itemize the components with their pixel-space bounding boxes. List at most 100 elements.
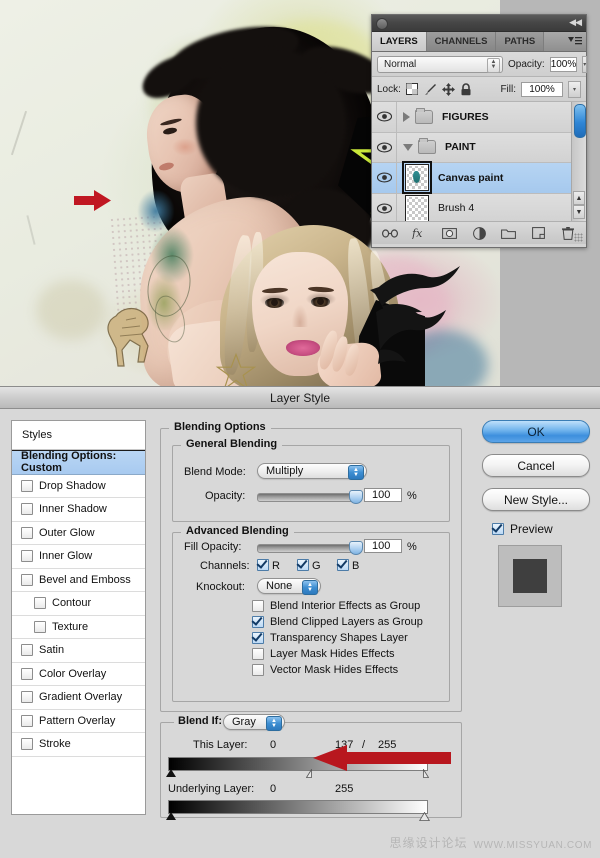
style-checkbox-pattern-overlay[interactable] [21,714,33,727]
checkbox-row-vector-mask-hides-effects[interactable]: Vector Mask Hides Effects [252,664,442,676]
cancel-button[interactable]: Cancel [482,454,590,477]
style-item-inner-glow[interactable]: Inner Glow [12,545,145,569]
style-item-bevel-and-emboss[interactable]: Bevel and Emboss [12,568,145,592]
checkbox-row-layer-mask-hides-effects[interactable]: Layer Mask Hides Effects [252,648,442,660]
brush-lock-icon[interactable] [424,83,437,96]
checkbox-vector-mask-hides-effects[interactable] [252,664,264,676]
style-checkbox-inner-glow[interactable] [21,550,33,563]
blend-mode-row[interactable]: Normal ▲ ▼ Opacity: 100% ▾ [372,52,588,77]
layers-panel-tabs[interactable]: LAYERS CHANNELS PATHS [372,32,586,52]
style-checkbox-bevel-and-emboss[interactable] [21,573,33,586]
style-item-stroke[interactable]: Stroke [12,733,145,757]
scroll-down-icon[interactable]: ▼ [573,205,585,219]
style-checkbox-contour[interactable] [34,597,46,610]
style-item-contour[interactable]: Contour [12,592,145,616]
tab-channels[interactable]: CHANNELS [426,32,497,51]
layer-style-dialog[interactable]: Layer Style Styles Blending Options: Cus… [0,386,600,858]
new-layer-icon[interactable] [524,222,554,244]
channel-checkbox-g[interactable] [297,559,309,571]
tab-layers[interactable]: LAYERS [372,32,427,51]
transparency-lock-icon[interactable] [406,83,419,96]
style-item-drop-shadow[interactable]: Drop Shadow [12,474,145,498]
layer-row-figures[interactable]: FIGURES [372,102,586,133]
opacity-slider-track[interactable] [257,493,359,502]
fill-opacity-input[interactable]: 100 [364,539,402,553]
panel-resize-grip[interactable] [574,233,583,242]
move-lock-icon[interactable] [441,82,455,96]
visibility-toggle-paint[interactable] [372,132,397,162]
style-checkbox-inner-shadow[interactable] [21,503,33,516]
visibility-toggle-figures[interactable] [372,102,397,132]
underlying-layer-black-stop[interactable] [166,812,176,820]
style-item-gradient-overlay[interactable]: Gradient Overlay [12,686,145,710]
add-mask-icon[interactable] [434,222,464,244]
checkbox-blend-clipped-layers[interactable] [252,616,264,628]
style-checkbox-satin[interactable] [21,644,33,657]
blend-if-channel-select[interactable]: Gray ▲ ▼ [223,714,285,731]
scroll-up-icon[interactable]: ▲ [573,191,585,205]
layer-thumbnail-brush-4[interactable] [405,194,429,221]
style-item-pattern-overlay[interactable]: Pattern Overlay [12,709,145,733]
channel-checkbox-r[interactable] [257,559,269,571]
new-style-button[interactable]: New Style... [482,488,590,511]
style-checkbox-texture[interactable] [34,620,46,633]
group-collapse-arrow-paint[interactable] [403,143,413,151]
opacity-input[interactable]: 100 [364,488,402,502]
opacity-value[interactable]: 100% [549,56,578,72]
style-checkbox-drop-shadow[interactable] [21,479,33,492]
fx-icon[interactable]: fx [405,222,435,244]
checkbox-row-transparency-shapes-layer[interactable]: Transparency Shapes Layer [252,632,442,644]
checkbox-transparency-shapes-layer[interactable] [252,632,264,644]
checkbox-blend-interior-effects[interactable] [252,600,264,612]
styles-list[interactable]: Styles Blending Options: Custom Drop Sha… [11,420,146,815]
scrollbar-thumb[interactable] [574,104,586,138]
style-item-blending-options[interactable]: Blending Options: Custom [12,450,145,475]
fill-value[interactable]: 100% [521,81,563,97]
new-group-icon[interactable] [494,222,524,244]
layers-scrollbar[interactable]: ▲ ▼ [571,102,586,221]
underlying-layer-gradient-bar[interactable] [168,800,428,814]
collapse-panel-icon[interactable]: ◀◀ [569,17,582,28]
style-item-color-overlay[interactable]: Color Overlay [12,662,145,686]
knockout-select[interactable]: None ▲ ▼ [257,578,321,595]
layer-row-canvas-paint[interactable]: Canvas paint [372,161,586,195]
style-item-outer-glow[interactable]: Outer Glow [12,521,145,545]
fill-opacity-slider-knob[interactable] [349,541,363,555]
chevron-updown-icon[interactable]: ▲ ▼ [487,57,500,73]
checkbox-row-blend-clipped-layers[interactable]: Blend Clipped Layers as Group [252,616,442,628]
opacity-stepper[interactable]: ▾ [582,55,588,73]
layers-panel[interactable]: ◀◀ LAYERS CHANNELS PATHS Normal ▲ ▼ Opaci… [371,14,588,248]
visibility-toggle-canvas-paint[interactable] [372,163,397,193]
this-layer-black-stop[interactable] [166,769,176,777]
layer-blend-mode-select[interactable]: Normal ▲ ▼ [377,55,503,73]
layer-row-paint[interactable]: PAINT [372,132,586,163]
checkbox-row-blend-interior-effects[interactable]: Blend Interior Effects as Group [252,600,442,612]
style-item-inner-shadow[interactable]: Inner Shadow [12,498,145,522]
style-item-satin[interactable]: Satin [12,639,145,663]
underlying-layer-white-stop[interactable] [418,811,431,821]
styles-list-header[interactable]: Styles [12,421,145,450]
scrollbar-arrows[interactable]: ▲ ▼ [573,191,585,219]
visibility-toggle-brush-4[interactable] [372,193,397,221]
tab-paths[interactable]: PATHS [496,32,545,51]
panel-close-icon[interactable] [376,18,388,30]
layers-list[interactable]: FIGURES PAINT Canvas paint Brush 4 ▲ ▼ [372,102,586,222]
chevron-updown-icon[interactable]: ▲ ▼ [302,580,318,595]
style-checkbox-color-overlay[interactable] [21,667,33,680]
group-expand-arrow-figures[interactable] [403,111,410,122]
fill-opacity-slider-track[interactable] [257,544,359,553]
lock-row[interactable]: Lock: Fill: 100% ▾ [372,77,586,102]
layer-thumbnail-canvas-paint[interactable] [402,161,432,195]
fill-stepper[interactable]: ▾ [568,80,581,98]
channel-checkbox-b[interactable] [337,559,349,571]
preview-checkbox[interactable] [492,523,504,535]
chevron-updown-icon[interactable]: ▲ ▼ [266,716,282,731]
panel-menu-icon[interactable] [568,36,582,46]
preview-row[interactable]: Preview [482,522,590,536]
layers-panel-footer[interactable]: fx [372,222,586,244]
chevron-updown-icon[interactable]: ▲ ▼ [348,465,364,480]
ok-button[interactable]: OK [482,420,590,443]
style-checkbox-stroke[interactable] [21,738,33,751]
link-icon[interactable] [375,222,405,244]
opacity-slider-knob[interactable] [349,490,363,504]
